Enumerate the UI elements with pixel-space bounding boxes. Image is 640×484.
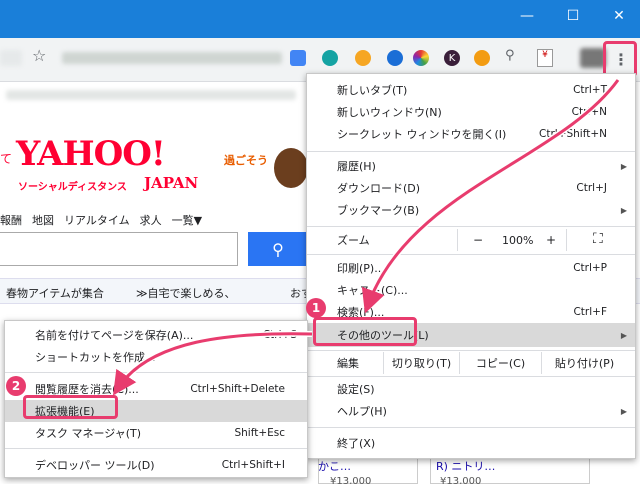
screen: — ☐ ✕ ☆ K ⚲ ¥ ⋮ て YAHOO! ソーシャルディスタンス JAP… xyxy=(0,0,640,484)
arrow-1 xyxy=(361,79,620,314)
arrow-2 xyxy=(112,332,313,396)
annotation-arrows xyxy=(112,78,621,396)
arrow-1-outline xyxy=(365,78,621,307)
